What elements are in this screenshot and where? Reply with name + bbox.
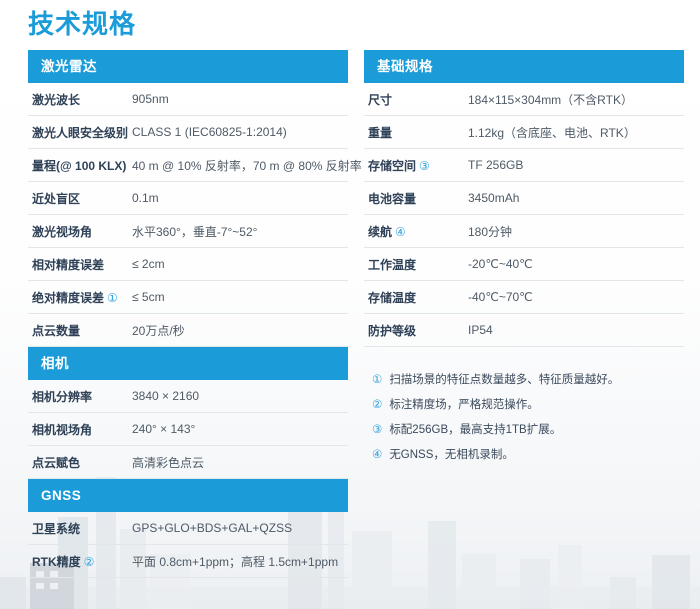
spec-value: 1.12kg（含底座、电池、RTK）: [468, 124, 684, 141]
right-column: 基础规格 尺寸 184×115×304mm（不含RTK） 重量 1.12kg（含…: [364, 50, 684, 468]
spec-row: 点云数量 20万点/秒: [28, 314, 348, 347]
spec-row: 重量 1.12kg（含底座、电池、RTK）: [364, 116, 684, 149]
spec-label: 激光波长: [28, 91, 132, 108]
footnote-badge: ①: [107, 291, 118, 305]
footnote-text: 扫描场景的特征点数量越多、特征质量越好。: [389, 374, 619, 386]
spec-row: 防护等级 IP54: [364, 314, 684, 347]
spec-label: 工作温度: [364, 256, 468, 273]
spec-value: 180分钟: [468, 223, 684, 240]
spec-label: 卫星系统: [28, 520, 132, 537]
spec-row: 电池容量 3450mAh: [364, 182, 684, 215]
spec-value: 水平360°，垂直-7°~52°: [132, 223, 348, 240]
spec-label: 相机视场角: [28, 421, 132, 438]
footnote-badge: ④: [395, 225, 406, 239]
spec-label: 量程(@ 100 KLX): [28, 157, 132, 174]
spec-label: 激光视场角: [28, 223, 132, 240]
spec-row: 存储温度 -40℃~70℃: [364, 281, 684, 314]
spec-label: 绝对精度误差①: [28, 289, 132, 306]
spec-row: 点云赋色 高清彩色点云: [28, 446, 348, 479]
spec-label: 电池容量: [364, 190, 468, 207]
spec-label: 相机分辨率: [28, 388, 132, 405]
spec-row: 尺寸 184×115×304mm（不含RTK）: [364, 83, 684, 116]
footnote-badge: ③: [419, 159, 430, 173]
spec-value: GPS+GLO+BDS+GAL+QZSS: [132, 521, 348, 535]
spec-label: 近处盲区: [28, 190, 132, 207]
footnote-badge: ②: [372, 399, 382, 411]
footnote: ① 扫描场景的特征点数量越多、特征质量越好。: [372, 368, 684, 393]
spec-value: ≤ 2cm: [132, 257, 348, 271]
left-column: 激光雷达 激光波长 905nm 激光人眼安全级别 CLASS 1 (IEC608…: [28, 50, 348, 578]
spec-label: 点云赋色: [28, 454, 132, 471]
footnote: ④ 无GNSS，无相机录制。: [372, 443, 684, 468]
spec-label: 存储空间③: [364, 157, 468, 174]
spec-value: 20万点/秒: [132, 322, 348, 339]
footnote-text: 无GNSS，无相机录制。: [389, 449, 514, 461]
spec-value: 240° × 143°: [132, 422, 348, 436]
spec-label: 相对精度误差: [28, 256, 132, 273]
spec-row: 相对精度误差 ≤ 2cm: [28, 248, 348, 281]
section-header-lidar: 激光雷达: [28, 50, 348, 83]
page-title: 技术规格: [28, 4, 136, 41]
spec-value: -20℃~40℃: [468, 257, 684, 271]
footnote-badge: ④: [372, 449, 382, 461]
spec-label: 尺寸: [364, 91, 468, 108]
footnote: ③ 标配256GB，最高支持1TB扩展。: [372, 418, 684, 443]
spec-row: 续航④ 180分钟: [364, 215, 684, 248]
footnote-text: 标注精度场，严格规范操作。: [389, 399, 539, 411]
spec-label: RTK精度②: [28, 553, 132, 570]
spec-value: TF 256GB: [468, 158, 684, 172]
spec-row: 卫星系统 GPS+GLO+BDS+GAL+QZSS: [28, 512, 348, 545]
section-header-camera: 相机: [28, 347, 348, 380]
section-header-gnss: GNSS: [28, 479, 348, 512]
spec-value: 3840 × 2160: [132, 389, 348, 403]
spec-value: 184×115×304mm（不含RTK）: [468, 91, 684, 108]
footnote-badge: ①: [372, 374, 382, 386]
spec-value: IP54: [468, 323, 684, 337]
spec-value: 高清彩色点云: [132, 454, 348, 471]
spec-row: RTK精度② 平面 0.8cm+1ppm；高程 1.5cm+1ppm: [28, 545, 348, 578]
spec-row: 量程(@ 100 KLX) 40 m @ 10% 反射率，70 m @ 80% …: [28, 149, 348, 182]
spec-value: 905nm: [132, 92, 348, 106]
footnotes: ① 扫描场景的特征点数量越多、特征质量越好。 ② 标注精度场，严格规范操作。 ③ 标配…: [364, 368, 684, 468]
spec-value: 3450mAh: [468, 191, 684, 205]
spec-value: CLASS 1 (IEC60825-1:2014): [132, 125, 348, 139]
footnote-badge: ②: [84, 555, 95, 569]
spec-value: 40 m @ 10% 反射率，70 m @ 80% 反射率: [132, 157, 362, 174]
spec-row: 绝对精度误差① ≤ 5cm: [28, 281, 348, 314]
spec-row: 近处盲区 0.1m: [28, 182, 348, 215]
content-area: 技术规格 激光雷达 激光波长 905nm 激光人眼安全级别 CLASS 1 (I…: [0, 0, 700, 609]
spec-label: 续航④: [364, 223, 468, 240]
spec-row: 激光视场角 水平360°，垂直-7°~52°: [28, 215, 348, 248]
spec-value: 平面 0.8cm+1ppm；高程 1.5cm+1ppm: [132, 553, 348, 570]
spec-row: 激光人眼安全级别 CLASS 1 (IEC60825-1:2014): [28, 116, 348, 149]
spec-label: 存储温度: [364, 289, 468, 306]
spec-page: 技术规格 激光雷达 激光波长 905nm 激光人眼安全级别 CLASS 1 (I…: [0, 0, 700, 609]
spec-row: 激光波长 905nm: [28, 83, 348, 116]
spec-row: 相机分辨率 3840 × 2160: [28, 380, 348, 413]
spec-row: 存储空间③ TF 256GB: [364, 149, 684, 182]
spec-label: 激光人眼安全级别: [28, 124, 132, 141]
spec-value: -40℃~70℃: [468, 290, 684, 304]
spec-label: 点云数量: [28, 322, 132, 339]
spec-value: 0.1m: [132, 191, 348, 205]
footnote-text: 标配256GB，最高支持1TB扩展。: [389, 424, 561, 436]
spec-row: 相机视场角 240° × 143°: [28, 413, 348, 446]
footnote: ② 标注精度场，严格规范操作。: [372, 393, 684, 418]
spec-label: 防护等级: [364, 322, 468, 339]
spec-value: ≤ 5cm: [132, 290, 348, 304]
spec-label: 重量: [364, 124, 468, 141]
section-header-basic-specs: 基础规格: [364, 50, 684, 83]
spec-row: 工作温度 -20℃~40℃: [364, 248, 684, 281]
footnote-badge: ③: [372, 424, 382, 436]
